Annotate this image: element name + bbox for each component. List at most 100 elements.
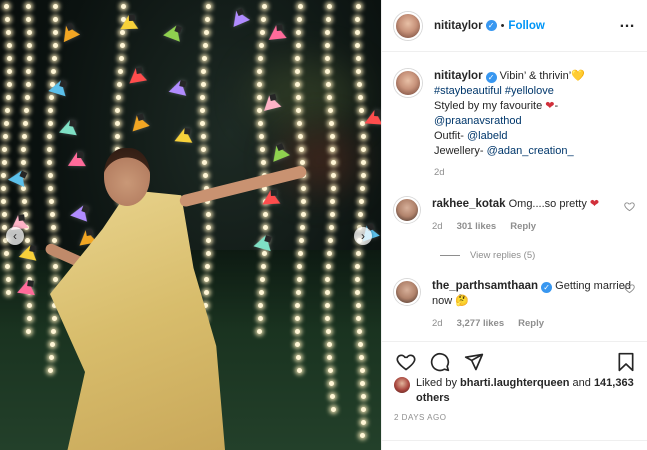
light-bulb	[203, 290, 209, 295]
paper-crane	[227, 7, 251, 27]
paper-crane	[168, 78, 190, 96]
light-bulb	[296, 277, 302, 282]
light-bulb	[258, 43, 264, 48]
follow-button[interactable]: Follow	[508, 20, 544, 32]
light-bulb	[204, 30, 210, 35]
post-date[interactable]: 2 DAYS AGO	[394, 413, 446, 422]
light-bulb	[52, 264, 58, 269]
light-bulb	[299, 238, 305, 243]
light-bulb	[21, 199, 27, 204]
light-bulb	[330, 407, 336, 412]
light-bulb	[258, 134, 264, 139]
light-bulb	[49, 95, 55, 100]
likes-text: Liked by bharti.laughterqueen and 141,36…	[416, 376, 639, 406]
light-bulb	[262, 225, 268, 230]
reply-button[interactable]: Reply	[518, 316, 544, 331]
light-bulb	[359, 368, 365, 373]
light-bulb	[50, 212, 56, 217]
comment-icon[interactable]	[428, 350, 452, 374]
light-string	[1, 0, 12, 300]
reply-button[interactable]: Reply	[510, 219, 536, 234]
light-bulb	[300, 212, 306, 217]
avatar[interactable]	[394, 279, 420, 305]
light-bulb	[356, 316, 362, 321]
light-bulb	[200, 82, 206, 87]
light-bulb	[205, 238, 211, 243]
light-bulb	[52, 4, 58, 9]
light-bulb	[330, 160, 336, 165]
light-bulb	[205, 4, 211, 9]
more-options-icon[interactable]: …	[619, 14, 636, 32]
light-bulb	[355, 264, 361, 269]
light-bulb	[360, 186, 366, 191]
bookmark-icon[interactable]	[614, 350, 638, 374]
light-bulb	[357, 329, 362, 334]
comment-username[interactable]: the_parthsamthaan	[432, 280, 538, 292]
light-bulb	[25, 82, 31, 87]
light-string	[355, 0, 366, 446]
light-bulb	[297, 121, 303, 126]
light-bulb	[327, 238, 333, 243]
comment-likes[interactable]: 3,277 likes	[457, 316, 505, 331]
comments-section[interactable]: nititaylor ✓ Vibin’ & thrivin’💛 #staybeau…	[382, 53, 647, 341]
light-bulb	[21, 160, 27, 165]
comment-meta: 2d 3,277 likes Reply	[432, 316, 639, 331]
light-bulb	[6, 43, 12, 48]
light-bulb	[355, 17, 361, 22]
light-bulb	[119, 43, 125, 48]
view-replies-button[interactable]: View replies (5)	[440, 250, 535, 261]
hashtags[interactable]: #staybeautiful #yellolove	[434, 85, 554, 97]
light-bulb	[2, 147, 8, 152]
yellow-heart-icon: 💛	[571, 70, 585, 82]
paper-crane	[261, 189, 281, 205]
light-bulb	[296, 368, 302, 373]
light-bulb	[200, 121, 206, 126]
paper-plane-icon[interactable]	[462, 350, 486, 374]
light-bulb	[48, 108, 54, 113]
light-bulb	[257, 82, 263, 87]
chevron-right-icon[interactable]: ›	[354, 227, 372, 245]
heart-icon[interactable]	[394, 350, 418, 374]
comment-time[interactable]: 2d	[432, 316, 443, 331]
light-bulb	[260, 160, 266, 165]
caption-username[interactable]: nititaylor	[434, 70, 483, 82]
light-bulb	[297, 17, 303, 22]
light-bulb	[355, 290, 361, 295]
light-bulb	[326, 251, 332, 256]
light-bulb	[295, 342, 301, 347]
heart-icon[interactable]	[624, 283, 635, 297]
post-username[interactable]: nititaylor	[434, 20, 483, 32]
comment-likes[interactable]: 301 likes	[457, 219, 497, 234]
chevron-left-icon[interactable]: ‹	[6, 227, 24, 245]
mention-outfit[interactable]: @labeld	[467, 130, 508, 142]
comment-body: rakhee_kotak Omg....so pretty ❤ 2d 301 l…	[432, 197, 639, 234]
avatar[interactable]	[394, 11, 422, 40]
light-bulb	[359, 108, 365, 113]
light-bulb	[1, 160, 7, 165]
add-comment-area[interactable]	[382, 440, 647, 450]
comment-time[interactable]: 2d	[432, 219, 443, 234]
light-bulb	[26, 30, 32, 35]
light-bulb	[325, 56, 331, 61]
light-bulb	[3, 251, 9, 256]
light-bulb	[355, 251, 361, 256]
light-bulb	[4, 121, 10, 126]
verified-badge-icon: ✓	[485, 72, 497, 83]
mention-stylist[interactable]: @praanavsrathod	[434, 115, 522, 127]
caption-time[interactable]: 2d	[434, 165, 585, 180]
post-photo[interactable]: ‹ ›	[0, 0, 381, 450]
avatar[interactable]	[394, 197, 420, 223]
comment-username[interactable]: rakhee_kotak	[432, 198, 506, 210]
mention-jewellery[interactable]: @adan_creation_	[487, 145, 574, 157]
light-bulb	[328, 121, 334, 126]
light-bulb	[259, 147, 265, 152]
liked-by-user[interactable]: bharti.laughterqueen	[460, 377, 569, 389]
light-bulb	[49, 199, 55, 204]
light-bulb	[360, 147, 366, 152]
light-bulb	[26, 17, 32, 22]
heart-icon[interactable]	[624, 201, 635, 215]
avatar[interactable]	[394, 69, 422, 97]
light-bulb	[21, 147, 27, 152]
light-bulb	[355, 56, 361, 61]
avatar[interactable]	[394, 377, 410, 393]
